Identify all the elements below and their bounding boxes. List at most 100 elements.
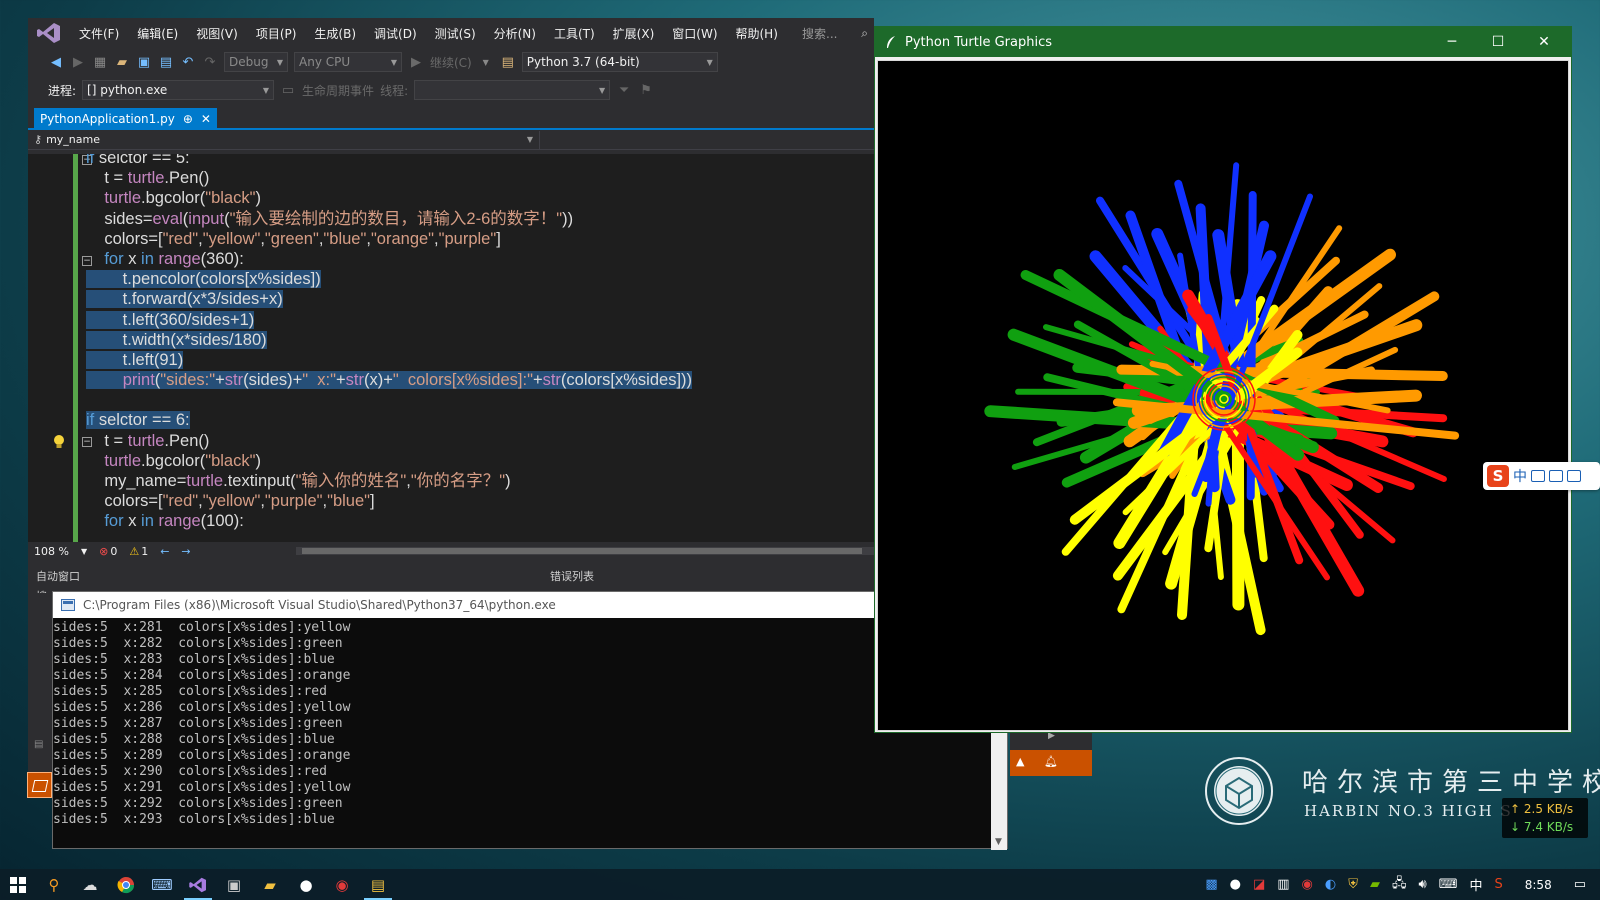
code-editor[interactable]: − − − if selctor == 5: t = turtle.Pen() … (28, 154, 874, 542)
menu-file[interactable]: 文件(F) (70, 25, 128, 42)
tray-shield-icon[interactable]: ⛨ (1348, 877, 1358, 892)
scroll-down-icon[interactable]: ▼ (995, 837, 1002, 847)
menu-debug[interactable]: 调试(D) (365, 25, 426, 42)
visual-studio-taskbar-icon[interactable] (180, 869, 216, 900)
chevron-down-icon[interactable]: ▼ (81, 547, 87, 556)
turtle-canvas[interactable] (877, 60, 1569, 731)
save-all-icon[interactable]: ▤ (158, 54, 174, 70)
lightbulb-icon[interactable] (52, 434, 66, 450)
app-window-icon[interactable]: ▣ (216, 869, 252, 900)
tray-pdf-icon[interactable]: ◪ (1253, 877, 1265, 892)
autos-title[interactable]: 自动窗口 (36, 568, 80, 584)
error-icon[interactable]: ⊗ (99, 545, 108, 558)
open-file-icon[interactable]: ▰ (114, 54, 130, 70)
menu-test[interactable]: 测试(S) (426, 25, 485, 42)
tray-app-icon[interactable]: ▩ (1205, 877, 1217, 892)
errors-list-title[interactable]: 错误列表 (550, 568, 594, 584)
keyboard-app-icon[interactable]: ⌨ (144, 869, 180, 900)
code-line: colors=["red","yellow","purple","blue"] (86, 491, 692, 511)
menu-tools[interactable]: 工具(T) (545, 25, 604, 42)
menu-build[interactable]: 生成(B) (305, 25, 365, 42)
taskbar-app-icon[interactable]: ☁ (72, 869, 108, 900)
back-icon[interactable]: ◀ (48, 54, 64, 70)
tray-device-icon[interactable]: ▥ (1277, 877, 1289, 892)
menu-extensions[interactable]: 扩展(X) (604, 25, 664, 42)
search-icon[interactable]: ⌕ (861, 26, 868, 41)
new-project-icon[interactable]: ▦ (92, 54, 108, 70)
close-button[interactable]: ✕ (1521, 27, 1567, 57)
menu-help[interactable]: 帮助(H) (727, 25, 787, 42)
tray-qq-icon[interactable]: ● (1230, 877, 1241, 892)
lifecycle-events-button[interactable]: 生命周期事件 (302, 82, 374, 99)
menu-edit[interactable]: 编辑(E) (128, 25, 187, 42)
chrome-icon[interactable] (108, 869, 144, 900)
nav-back-icon[interactable]: ← (160, 545, 169, 558)
continue-play-icon[interactable]: ▶ (408, 54, 424, 70)
keyboard-icon[interactable] (1531, 470, 1545, 482)
redo-icon[interactable]: ↷ (202, 54, 218, 70)
skin-icon[interactable] (1549, 470, 1563, 482)
arrow-up-icon[interactable]: ▲ (1016, 755, 1024, 768)
debug-target-icon[interactable]: ▤ (500, 54, 516, 70)
close-tab-icon[interactable]: ✕ (201, 112, 211, 126)
feather-icon (887, 36, 895, 48)
panel-icon[interactable]: ▤ (34, 739, 43, 750)
scrollbar-thumb[interactable] (302, 548, 862, 554)
netease-music-icon[interactable]: ◉ (324, 869, 360, 900)
tray-chat-icon[interactable]: ◐ (1325, 877, 1336, 892)
python-turtle-taskbar-icon[interactable]: ▤ (360, 869, 396, 900)
qq-icon[interactable]: ● (288, 869, 324, 900)
chevron-down-icon[interactable]: ▼ (478, 54, 494, 70)
menu-window[interactable]: 窗口(W) (663, 25, 726, 42)
keyboard-tray-icon[interactable]: ⌨ (1439, 877, 1458, 892)
pin-icon[interactable]: ⊕ (183, 112, 193, 126)
code-lines: if selctor == 5: t = turtle.Pen() turtle… (86, 154, 693, 538)
filter-icon[interactable]: ⏷ (616, 82, 632, 98)
horizontal-scrollbar[interactable] (296, 547, 874, 555)
menu-analyze[interactable]: 分析(N) (485, 25, 545, 42)
save-icon[interactable]: ▣ (136, 54, 152, 70)
input-language[interactable]: 中 (1469, 875, 1482, 894)
turtle-title-bar[interactable]: Python Turtle Graphics ─ ☐ ✕ (875, 27, 1571, 57)
undo-icon[interactable]: ↶ (180, 54, 196, 70)
taskbar-search-icon[interactable]: ⚲ (36, 869, 72, 900)
zoom-level[interactable]: 108 % (34, 545, 69, 558)
code-text: if selctor == 5: (86, 154, 190, 167)
warning-icon[interactable]: ⚠ (129, 545, 139, 558)
start-button[interactable] (0, 869, 36, 900)
thread-select[interactable]: ▼ (414, 80, 611, 100)
network-icon[interactable]: 🖧︎ (1392, 874, 1407, 896)
ime-language[interactable]: 中 (1513, 466, 1527, 486)
continue-button[interactable]: 继续(C) (430, 54, 472, 71)
windows-logo-icon (10, 876, 26, 893)
lifecycle-events-icon[interactable]: ▭ (280, 82, 296, 98)
toolbox-icon[interactable] (1567, 470, 1581, 482)
visual-studio-logo-icon[interactable] (34, 21, 64, 45)
tray-music-icon[interactable]: ◉ (1302, 877, 1313, 892)
member-select[interactable]: ⚷ my_name ▼ (28, 130, 540, 149)
notification-bell-icon[interactable]: 🔔︎ (1044, 755, 1058, 768)
platform-select[interactable]: Any CPU ▼ (294, 52, 402, 72)
action-center-icon[interactable]: ▭ (1574, 877, 1586, 892)
menu-view[interactable]: 视图(V) (187, 25, 247, 42)
sogou-logo-icon[interactable]: S (1487, 465, 1509, 487)
volume-icon[interactable]: 🔊︎ (1419, 877, 1427, 892)
python-env-select[interactable]: Python 3.7 (64-bit) ▼ (521, 52, 718, 72)
forward-icon[interactable]: ▶ (70, 54, 86, 70)
clock[interactable]: 8:58 (1515, 878, 1562, 892)
process-select[interactable]: [] python.exe ▼ (82, 80, 275, 100)
tray-sogou-icon[interactable]: S (1494, 877, 1502, 892)
maximize-button[interactable]: ☐ (1475, 27, 1521, 57)
debug-mode-icon[interactable] (27, 772, 52, 798)
file-explorer-icon[interactable]: ▰ (252, 869, 288, 900)
minimize-button[interactable]: ─ (1429, 27, 1475, 57)
config-select[interactable]: Debug ▼ (224, 52, 288, 72)
code-line: for x in range(360): (86, 249, 692, 269)
console-title-bar[interactable]: C:\Program Files (x86)\Microsoft Visual … (53, 592, 1007, 618)
search-box[interactable]: 搜索... ⌕ (798, 23, 870, 43)
menu-project[interactable]: 项目(P) (247, 25, 306, 42)
nav-forward-icon[interactable]: → (181, 545, 190, 558)
flag-icon[interactable]: ⚑ (638, 82, 654, 98)
tab-pythonapplication1[interactable]: PythonApplication1.py ⊕ ✕ (34, 108, 217, 130)
tray-nvidia-icon[interactable]: ▰ (1370, 877, 1380, 892)
